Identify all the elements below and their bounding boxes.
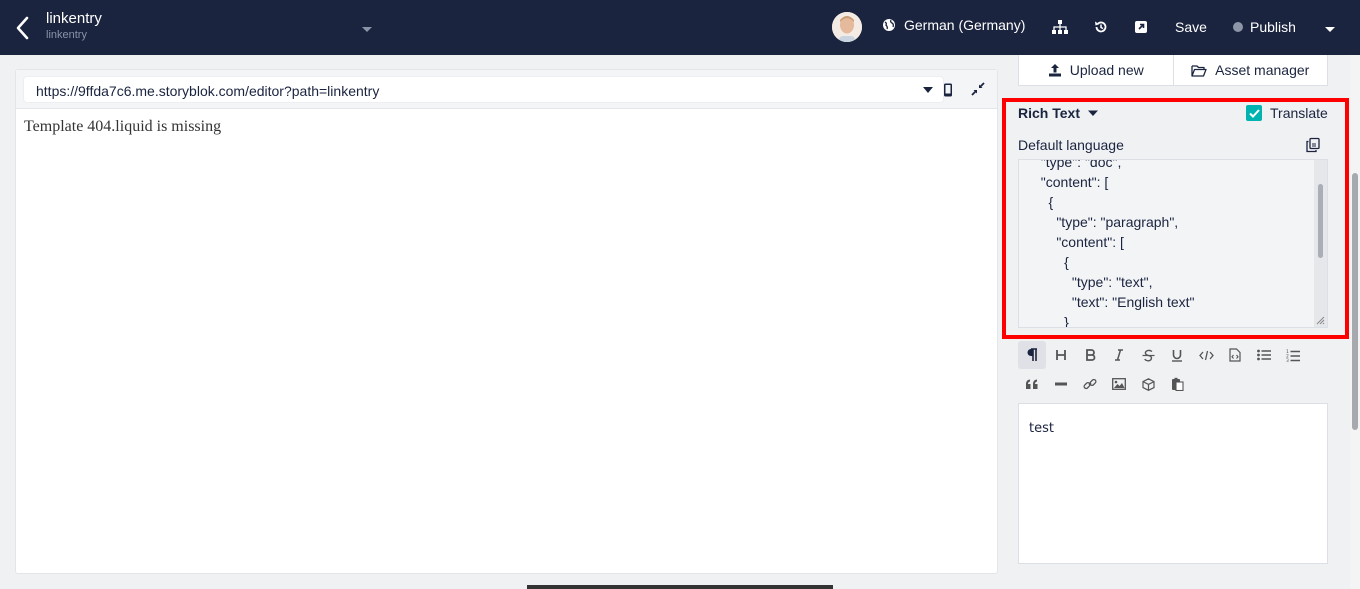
quote-icon[interactable]: [1018, 370, 1046, 398]
editor-text: test: [1029, 421, 1054, 436]
status-dot: [1233, 22, 1243, 32]
external-link-icon[interactable]: [1131, 17, 1151, 37]
link-icon[interactable]: [1076, 370, 1104, 398]
chevron-down-icon[interactable]: [360, 22, 374, 34]
preview-url-select[interactable]: https://9ffda7c6.me.storyblok.com/editor…: [23, 76, 944, 103]
rich-text-editor[interactable]: test: [1018, 403, 1328, 564]
preview-url: https://9ffda7c6.me.storyblok.com/editor…: [36, 83, 380, 99]
chevron-down-icon: [923, 87, 933, 93]
publish-options-chevron-icon[interactable]: [1323, 22, 1337, 34]
publish-button[interactable]: Publish: [1233, 19, 1296, 35]
preview-message: Template 404.liquid is missing: [24, 118, 222, 135]
paste-icon[interactable]: [1163, 370, 1191, 398]
bold-icon[interactable]: [1076, 341, 1104, 369]
story-title: linkentry: [46, 10, 102, 27]
svg-text:3: 3: [1286, 358, 1289, 362]
publish-label: Publish: [1250, 19, 1296, 35]
globe-icon: [883, 19, 895, 31]
sitemap-icon[interactable]: [1050, 17, 1070, 37]
top-bar: linkentry linkentry German (Germany) Sav…: [0, 0, 1360, 55]
history-icon[interactable]: [1091, 17, 1111, 37]
collapse-icon[interactable]: [971, 82, 985, 96]
highlight-box: [1002, 98, 1349, 339]
story-slug: linkentry: [46, 29, 87, 41]
language-label: German (Germany): [904, 17, 1026, 33]
preview-toolbar: https://9ffda7c6.me.storyblok.com/editor…: [16, 70, 997, 109]
upload-new-button[interactable]: Upload new: [1019, 55, 1173, 85]
image-icon[interactable]: [1105, 370, 1133, 398]
story-title-group[interactable]: linkentry linkentry: [46, 10, 102, 42]
preview-pane: https://9ffda7c6.me.storyblok.com/editor…: [15, 69, 998, 574]
code-icon[interactable]: [1192, 341, 1220, 369]
save-button[interactable]: Save: [1175, 19, 1207, 35]
bullet-list-icon[interactable]: [1250, 341, 1278, 369]
italic-icon[interactable]: [1105, 341, 1133, 369]
panel-scrollbar[interactable]: [1350, 55, 1360, 589]
asset-buttons: Upload new Asset manager: [1018, 55, 1328, 86]
paragraph-icon[interactable]: [1018, 341, 1046, 369]
horizontal-scrollbar[interactable]: [527, 585, 833, 589]
horizontal-rule-icon[interactable]: [1047, 370, 1075, 398]
strikethrough-icon[interactable]: [1134, 341, 1162, 369]
back-arrow-icon[interactable]: [12, 14, 34, 42]
user-avatar[interactable]: [832, 12, 862, 42]
mobile-view-icon[interactable]: [942, 83, 954, 97]
upload-icon: [1048, 64, 1061, 77]
panel-scrollbar-thumb[interactable]: [1352, 173, 1358, 430]
language-selector[interactable]: German (Germany): [882, 17, 1025, 33]
heading-icon[interactable]: [1047, 341, 1075, 369]
block-icon[interactable]: [1134, 370, 1162, 398]
ordered-list-icon[interactable]: 123: [1279, 341, 1307, 369]
code-block-icon[interactable]: [1221, 341, 1249, 369]
underline-icon[interactable]: [1163, 341, 1191, 369]
asset-manager-button[interactable]: Asset manager: [1172, 55, 1328, 85]
folder-open-icon: [1191, 64, 1207, 77]
